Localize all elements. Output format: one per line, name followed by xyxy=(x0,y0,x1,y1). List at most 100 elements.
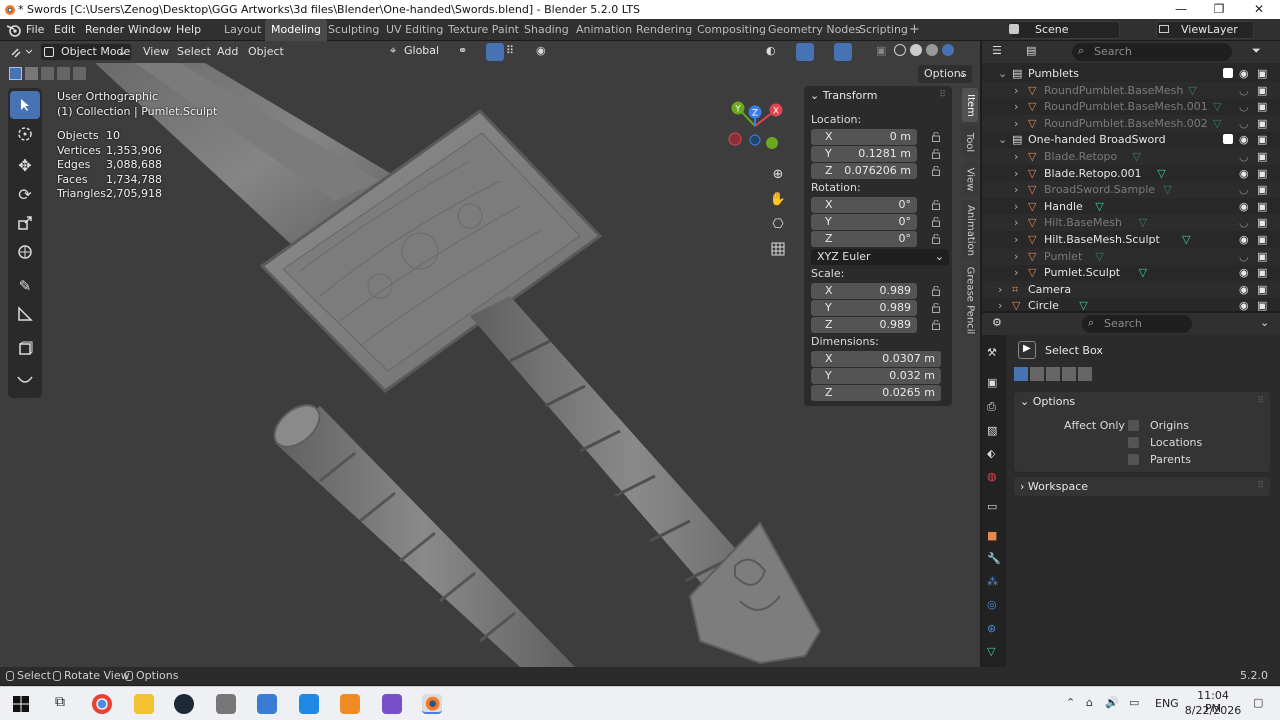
pan-button[interactable]: ✋ xyxy=(768,189,788,209)
chrome-icon[interactable] xyxy=(92,694,112,714)
workspace-panel[interactable]: › Workspace ⠿ xyxy=(1014,477,1270,496)
outliner-row[interactable]: › ▽ RoundPumblet.BaseMesh.002 ▽ ◡ ▣ xyxy=(982,114,1280,132)
outliner-row[interactable]: › ▽ Hilt.BaseMesh ▽ ◡ ▣ xyxy=(982,214,1280,232)
mesh-data-icon[interactable]: ▽ xyxy=(1188,82,1196,99)
render-camera-icon[interactable]: ▣ xyxy=(1257,297,1267,314)
render-camera-icon[interactable]: ▣ xyxy=(1257,264,1267,281)
solid-shading-icon[interactable] xyxy=(910,44,922,56)
render-camera-icon[interactable]: ▣ xyxy=(1257,98,1267,115)
chevron-right-icon[interactable]: › xyxy=(1014,98,1018,115)
gimp-icon[interactable] xyxy=(216,694,236,714)
outliner-row[interactable]: ⌄ ▤ Pumblets ◉ ▣ xyxy=(982,65,1280,82)
mesh-data-icon[interactable]: ▽ xyxy=(1182,231,1190,248)
outliner-editor-icon[interactable]: ☰ xyxy=(992,44,1002,57)
outliner-row[interactable]: › ▽ Circle ▽ ◉ ▣ xyxy=(982,297,1280,314)
zoom-button[interactable]: ⊕ xyxy=(768,164,788,184)
rotate-tool[interactable]: ⟳ xyxy=(10,180,40,208)
view-layer-selector[interactable]: ViewLayer xyxy=(1156,21,1254,39)
lock-icon[interactable] xyxy=(932,200,940,210)
tab-shading[interactable]: Shading xyxy=(518,19,575,41)
location-y-field[interactable]: Y 0.1281 m xyxy=(811,146,917,162)
eye-icon[interactable]: ◉ xyxy=(1239,165,1249,182)
navigation-gizmo[interactable]: X Y Z xyxy=(722,98,788,154)
chevron-right-icon[interactable]: › xyxy=(1014,198,1018,215)
network-icon[interactable]: ⌂ xyxy=(1086,696,1093,709)
material-shading-icon[interactable] xyxy=(926,44,938,56)
outliner-row[interactable]: › ⌗ Camera ◉ ▣ xyxy=(982,280,1280,298)
menu-edit[interactable]: Edit xyxy=(54,19,75,41)
tab-scene[interactable]: ⬖ xyxy=(987,447,1003,463)
tab-texture-paint[interactable]: Texture Paint xyxy=(442,19,525,41)
minimize-button[interactable]: — xyxy=(1162,0,1200,19)
editor-type-icon[interactable] xyxy=(10,45,34,59)
select-invert-icon[interactable] xyxy=(1062,367,1076,381)
task-view-icon[interactable]: ⧉ xyxy=(50,694,70,714)
properties-editor-icon[interactable]: ⚙ xyxy=(992,316,1002,329)
close-button[interactable]: ✕ xyxy=(1240,0,1278,19)
curve-tool[interactable] xyxy=(10,366,40,394)
options-panel-header[interactable]: ⌄ Options xyxy=(1020,395,1075,408)
rotation-x-field[interactable]: X 0° xyxy=(811,197,917,213)
select-subtract-icon[interactable] xyxy=(1046,367,1060,381)
transform-header[interactable]: ⌄ Transform xyxy=(810,89,877,102)
eye-icon[interactable]: ◉ xyxy=(1239,131,1249,148)
maximize-button[interactable]: ❐ xyxy=(1200,0,1238,19)
select-box-tool[interactable] xyxy=(10,91,40,119)
file-explorer-icon[interactable] xyxy=(134,694,154,714)
outliner-row[interactable]: › ▽ RoundPumblet.BaseMesh ▽ ◡ ▣ xyxy=(982,81,1280,99)
tab-physics[interactable]: ◎ xyxy=(987,598,1003,614)
select-subtract-icon[interactable] xyxy=(41,67,54,80)
tab-modeling[interactable]: Modeling xyxy=(265,19,328,41)
chevron-down-icon[interactable]: ⌄ xyxy=(998,65,1007,82)
tab-modifiers[interactable]: 🔧 xyxy=(987,552,1003,568)
render-camera-icon[interactable]: ▣ xyxy=(1257,231,1267,248)
tool-select-mode-group[interactable] xyxy=(1014,367,1094,381)
tab-view-layer[interactable]: ▧ xyxy=(987,424,1003,440)
menu-help[interactable]: Help xyxy=(176,19,201,41)
cursor-tool[interactable] xyxy=(10,120,40,148)
tab-data[interactable]: ▽ xyxy=(987,645,1003,661)
wireframe-shading-icon[interactable] xyxy=(894,44,906,56)
camera-view-button[interactable]: ⎔ xyxy=(768,214,788,234)
scale-y-field[interactable]: Y 0.989 xyxy=(811,300,917,316)
word-icon[interactable] xyxy=(299,694,319,714)
tab-sculpting[interactable]: Sculpting xyxy=(322,19,385,41)
eye-icon[interactable]: ◉ xyxy=(1239,231,1249,248)
snap-toggle-icon[interactable] xyxy=(486,43,504,61)
chevron-down-icon[interactable]: ⌄ xyxy=(1260,316,1269,329)
tab-animation[interactable]: Animation xyxy=(962,200,978,260)
menu-view[interactable]: View xyxy=(138,44,174,60)
chevron-right-icon[interactable]: › xyxy=(1014,264,1018,281)
outliner-row[interactable]: › ▽ Pumlet ▽ ◡ ▣ xyxy=(982,247,1280,265)
tab-collection[interactable]: ▭ xyxy=(987,500,1003,516)
chevron-right-icon[interactable]: › xyxy=(1014,248,1018,265)
lock-icon[interactable] xyxy=(932,320,940,330)
chevron-right-icon[interactable]: › xyxy=(1014,115,1018,132)
gizmo-toggle-icon[interactable] xyxy=(796,43,814,61)
outliner-row[interactable]: ⌄ ▤ One-handed BroadSword ◉ ▣ xyxy=(982,131,1280,148)
outliner-row[interactable]: › ▽ Pumlet.Sculpt ▽ ◉ ▣ xyxy=(982,264,1280,281)
select-new-icon[interactable] xyxy=(1014,367,1028,381)
render-camera-icon[interactable]: ▣ xyxy=(1257,165,1267,182)
select-intersect-icon[interactable] xyxy=(1078,367,1092,381)
workspace-panel-header[interactable]: › Workspace xyxy=(1020,480,1088,493)
outliner-row[interactable]: › ▽ Blade.Retopo.001 ▽ ◉ ▣ xyxy=(982,165,1280,182)
clock-date[interactable]: 8/22/2026 xyxy=(1184,704,1242,717)
menu-window[interactable]: Window xyxy=(128,19,171,41)
select-extend-icon[interactable] xyxy=(1030,367,1044,381)
snap-target-icon[interactable]: ⠿ xyxy=(506,44,514,57)
tab-rendering[interactable]: Rendering xyxy=(630,19,698,41)
chevron-right-icon[interactable]: › xyxy=(1014,231,1018,248)
blender-taskbar-icon[interactable] xyxy=(422,694,442,714)
mesh-data-icon[interactable]: ▽ xyxy=(1132,148,1140,165)
add-cube-tool[interactable] xyxy=(10,334,40,362)
tab-object[interactable]: ■ xyxy=(987,529,1003,545)
chevron-right-icon[interactable]: › xyxy=(998,297,1002,314)
eye-closed-icon[interactable]: ◡ xyxy=(1239,214,1249,231)
eye-closed-icon[interactable]: ◡ xyxy=(1239,82,1249,99)
menu-select[interactable]: Select xyxy=(172,44,216,60)
filter-icon[interactable]: ⏷ xyxy=(1252,44,1261,58)
mesh-data-icon[interactable]: ▽ xyxy=(1079,297,1087,314)
outliner-row[interactable]: › ▽ RoundPumblet.BaseMesh.001 ▽ ◡ ▣ xyxy=(982,98,1280,115)
add-workspace-button[interactable]: + xyxy=(903,19,926,41)
